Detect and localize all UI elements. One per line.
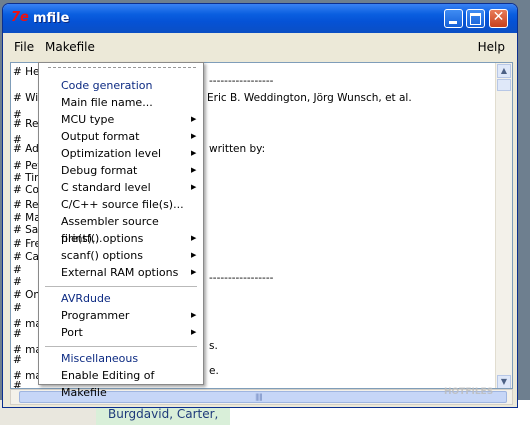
scroll-up-icon[interactable]: ▲ [497, 64, 511, 78]
menu-item-label: Debug format [61, 164, 138, 177]
maximize-button[interactable] [466, 9, 485, 28]
editor-line: # On [13, 289, 41, 301]
editor-text-fragment-2: e. [209, 365, 219, 377]
submenu-arrow-icon: ▶ [191, 183, 197, 191]
menu-item-port[interactable]: Port ▶ [39, 324, 203, 341]
menu-item-output-format[interactable]: Output format ▶ [39, 128, 203, 145]
menu-item-label: Code generation [61, 79, 153, 92]
editor-line: # [13, 354, 22, 366]
menu-item-label: scanf() options [61, 249, 143, 262]
menu-help[interactable]: Help [478, 40, 505, 54]
title-bar[interactable]: 7e mfile ✕ [3, 4, 517, 33]
background-window-text: Burgdavid, Carter, [108, 407, 219, 421]
menu-item-label: Programmer [61, 309, 130, 322]
submenu-arrow-icon: ▶ [191, 328, 197, 336]
menu-item-miscellaneous[interactable]: Miscellaneous [39, 350, 203, 367]
editor-text-fragment: s. [209, 340, 218, 352]
menu-item-mcu-type[interactable]: MCU type ▶ [39, 111, 203, 128]
menu-item-label: Miscellaneous [61, 352, 139, 365]
menu-item-assembler-source-file-s[interactable]: Assembler source file(s)... [39, 213, 203, 245]
submenu-arrow-icon: ▶ [191, 311, 197, 319]
editor-line: # [13, 380, 22, 389]
editor-line: # [13, 302, 22, 314]
submenu-arrow-icon: ▶ [191, 149, 197, 157]
close-button[interactable]: ✕ [489, 9, 508, 28]
submenu-arrow-icon: ▶ [191, 268, 197, 276]
submenu-arrow-icon: ▶ [191, 132, 197, 140]
makefile-dropdown-menu: Code generation Main file name... MCU type… [38, 62, 204, 399]
menu-item-code-generation[interactable]: Code generation [39, 77, 203, 94]
vertical-scroll-thumb[interactable] [497, 79, 511, 91]
menu-item-scanf-options[interactable]: scanf() options ▶ [39, 247, 203, 264]
close-icon: ✕ [492, 9, 505, 25]
menu-tearoff-line[interactable] [48, 67, 196, 68]
editor-line: # [13, 276, 22, 288]
menu-separator [45, 346, 197, 347]
menu-item-enable-editing-of-makefile[interactable]: Enable Editing of Makefile [39, 367, 203, 399]
submenu-arrow-icon: ▶ [191, 234, 197, 242]
menu-item-label: C/C++ source file(s)... [61, 198, 184, 211]
editor-text-written-by: written by: [209, 143, 266, 155]
grip-icon: ||||| [255, 393, 263, 401]
editor-text-dashes: ----------------- [209, 75, 274, 87]
menu-item-label: Enable Editing of Makefile [61, 369, 155, 399]
editor-text-authors: Eric B. Weddington, Jörg Wunsch, et al. [207, 92, 412, 104]
menu-item-label: Port [61, 326, 83, 339]
menu-item-avrdude[interactable]: AVRdude [39, 290, 203, 307]
editor-text-dashes-2: ----------------- [209, 272, 274, 284]
menu-item-label: Optimization level [61, 147, 162, 160]
menu-item-c-standard-level[interactable]: C standard level ▶ [39, 179, 203, 196]
menu-item-label: AVRdude [61, 292, 111, 305]
menu-item-external-ram-options[interactable]: External RAM options ▶ [39, 264, 203, 281]
menu-item-debug-format[interactable]: Debug format ▶ [39, 162, 203, 179]
watermark-logo: HOTFILES [444, 387, 494, 397]
menu-bar: File Makefile Help [3, 35, 517, 57]
menu-file[interactable]: File [14, 40, 34, 54]
submenu-arrow-icon: ▶ [191, 115, 197, 123]
minimize-button[interactable] [444, 9, 463, 28]
menu-item-label: printf() options [61, 232, 144, 245]
editor-line: # [13, 328, 22, 340]
menu-item-printf-options[interactable]: printf() options ▶ [39, 230, 203, 247]
menu-item-label: External RAM options [61, 266, 179, 279]
window-title: mfile [33, 11, 70, 26]
submenu-arrow-icon: ▶ [191, 251, 197, 259]
menu-item-c-c-source-file-s[interactable]: C/C++ source file(s)... [39, 196, 203, 213]
menu-item-label: C standard level [61, 181, 151, 194]
vertical-scrollbar[interactable]: ▲ ▼ [495, 63, 512, 388]
menu-separator [45, 286, 197, 287]
menu-item-main-file-name[interactable]: Main file name... [39, 94, 203, 111]
menu-item-label: MCU type [61, 113, 115, 126]
app-icon: 7e [11, 10, 29, 25]
menu-item-programmer[interactable]: Programmer ▶ [39, 307, 203, 324]
submenu-arrow-icon: ▶ [191, 166, 197, 174]
menu-item-label: Output format [61, 130, 140, 143]
menu-item-optimization-level[interactable]: Optimization level ▶ [39, 145, 203, 162]
menu-item-label: Main file name... [61, 96, 153, 109]
menu-makefile[interactable]: Makefile [45, 40, 95, 54]
